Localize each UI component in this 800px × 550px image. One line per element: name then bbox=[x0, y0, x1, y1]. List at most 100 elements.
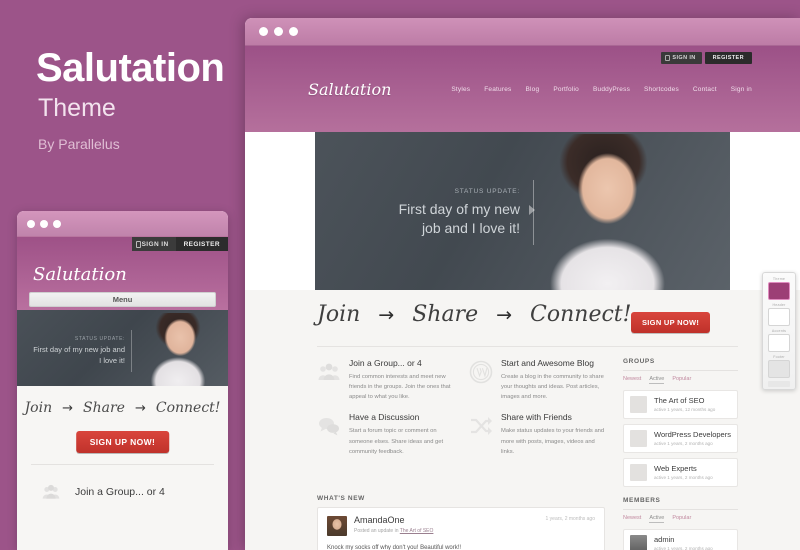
register-button[interactable]: REGISTER bbox=[704, 52, 752, 64]
content-divider bbox=[317, 346, 738, 347]
activity-group-link[interactable]: The Art of SEO bbox=[400, 528, 434, 534]
list-item[interactable]: Web Experts active 1 years, 2 months ago bbox=[623, 458, 738, 487]
activity-timestamp: 1 years, 2 months ago bbox=[545, 516, 595, 522]
tagline: Join → Share → Connect! bbox=[317, 302, 631, 327]
tab-popular[interactable]: Popular bbox=[672, 515, 691, 523]
tagline-connect: Connect! bbox=[530, 302, 632, 327]
list-item[interactable]: WordPress Developers active 1 years, 2 m… bbox=[623, 424, 738, 453]
swatch-theme[interactable] bbox=[768, 282, 790, 300]
mobile-tagline-share: Share bbox=[83, 400, 125, 416]
tab-newest[interactable]: Newest bbox=[623, 515, 641, 523]
group-name[interactable]: WordPress Developers bbox=[654, 430, 731, 439]
widget-tabs: Newest Active Popular bbox=[623, 376, 738, 384]
window-dot-maximize[interactable] bbox=[53, 219, 61, 228]
mobile-site-header: SIGN IN REGISTER Salutation Menu bbox=[17, 237, 228, 310]
group-meta: active 1 years, 12 months ago bbox=[654, 407, 716, 413]
nav-item-blog[interactable]: Blog bbox=[526, 86, 540, 93]
member-meta: active 1 years, 2 months ago bbox=[654, 546, 713, 550]
tab-newest[interactable]: Newest bbox=[623, 376, 641, 384]
mobile-tagline: Join → Share → Connect! bbox=[17, 400, 228, 416]
site-logo[interactable]: Salutation bbox=[308, 80, 391, 99]
mobile-window-titlebar bbox=[17, 211, 228, 237]
activity-username[interactable]: AmandaOne bbox=[354, 515, 433, 526]
activity-item: AmandaOne Posted an update in The Art of… bbox=[317, 507, 605, 550]
window-dot-minimize[interactable] bbox=[40, 219, 48, 228]
whats-new-title: WHAT'S NEW bbox=[317, 495, 365, 502]
tab-popular[interactable]: Popular bbox=[672, 376, 691, 384]
nav-item-styles[interactable]: Styles bbox=[451, 86, 470, 93]
tab-active[interactable]: Active bbox=[649, 376, 665, 384]
mobile-menu-button[interactable]: Menu bbox=[29, 292, 216, 307]
mobile-content: Join → Share → Connect! SIGN UP NOW! Joi… bbox=[17, 386, 228, 550]
tab-active[interactable]: Active bbox=[649, 515, 665, 523]
mobile-hero: STATUS UPDATE: First day of my new job a… bbox=[17, 310, 228, 386]
mobile-auth-bar: SIGN IN REGISTER bbox=[131, 237, 228, 251]
signup-button[interactable]: SIGN UP NOW! bbox=[631, 312, 711, 333]
list-item[interactable]: admin active 1 years, 2 months ago bbox=[623, 529, 738, 550]
nav-item-sign-in[interactable]: Sign in bbox=[731, 86, 752, 93]
list-item[interactable]: The Art of SEO active 1 years, 12 months… bbox=[623, 390, 738, 419]
desktop-viewport: SIGN IN REGISTER Salutation Styles Featu… bbox=[245, 46, 800, 550]
hero-status-text: First day of my new job and I love it! bbox=[335, 200, 520, 238]
color-swatch-panel[interactable]: Theme Header Accents Footer bbox=[762, 272, 796, 390]
divider bbox=[623, 370, 738, 371]
share-arrows-icon bbox=[471, 417, 492, 436]
activity-meta-prefix: Posted an update in bbox=[354, 527, 400, 534]
nav-item-shortcodes[interactable]: Shortcodes bbox=[644, 86, 679, 93]
mobile-feature-title: Join a Group... or 4 bbox=[75, 486, 165, 498]
mobile-divider bbox=[31, 464, 214, 465]
divider bbox=[623, 509, 738, 510]
group-avatar-icon bbox=[630, 430, 647, 447]
avatar[interactable] bbox=[327, 516, 347, 536]
feature-body: Start a forum topic or comment on someon… bbox=[349, 428, 444, 455]
mobile-hero-text: STATUS UPDATE: First day of my new job a… bbox=[33, 336, 125, 367]
sidebar: GROUPS Newest Active Popular The Art of … bbox=[623, 358, 738, 550]
nav-item-contact[interactable]: Contact bbox=[693, 86, 717, 93]
group-meta: active 1 years, 2 months ago bbox=[654, 441, 713, 447]
group-meta: active 1 years, 2 months ago bbox=[654, 475, 713, 481]
window-dot-minimize[interactable] bbox=[274, 27, 283, 36]
swatch-accents[interactable] bbox=[768, 334, 790, 352]
mobile-signup-button[interactable]: SIGN UP NOW! bbox=[75, 431, 170, 453]
nav-item-portfolio[interactable]: Portfolio bbox=[553, 86, 579, 93]
sign-in-button[interactable]: SIGN IN bbox=[661, 52, 702, 64]
arrow-right-icon: → bbox=[134, 400, 146, 416]
group-name[interactable]: The Art of SEO bbox=[654, 396, 715, 405]
window-dot-maximize[interactable] bbox=[289, 27, 298, 36]
widget-members: MEMBERS Newest Active Popular admin acti… bbox=[623, 497, 738, 550]
swatch-label-accents: Accents bbox=[771, 329, 787, 333]
group-avatar-icon bbox=[630, 396, 647, 413]
swatch-label-footer: Footer bbox=[773, 355, 785, 359]
swatch-footer[interactable] bbox=[768, 360, 790, 378]
mobile-tagline-connect: Connect! bbox=[155, 400, 221, 416]
window-dot-close[interactable] bbox=[259, 27, 268, 36]
swatch-panel-footer bbox=[768, 381, 790, 387]
mobile-sign-in-button[interactable]: SIGN IN bbox=[131, 237, 176, 251]
mobile-site-logo[interactable]: Salutation bbox=[33, 264, 127, 285]
arrow-right-icon: → bbox=[496, 303, 513, 326]
group-icon bbox=[318, 363, 340, 380]
nav-item-features[interactable]: Features bbox=[484, 86, 511, 93]
hero-line1: First day of my new bbox=[398, 201, 520, 217]
swatch-label-header: Header bbox=[772, 303, 786, 307]
hero-status-label: STATUS UPDATE: bbox=[454, 188, 520, 195]
mobile-preview-window: SIGN IN REGISTER Salutation Menu STATUS … bbox=[17, 211, 228, 550]
window-dot-close[interactable] bbox=[27, 219, 35, 228]
swatch-label-theme: Theme bbox=[772, 277, 786, 281]
group-name[interactable]: Web Experts bbox=[654, 464, 713, 473]
activity-meta: Posted an update in The Art of SEO bbox=[354, 528, 433, 534]
mobile-register-button[interactable]: REGISTER bbox=[175, 237, 228, 251]
activity-text: Knock my socks off why don't you! Beauti… bbox=[327, 545, 462, 550]
mobile-viewport: SIGN IN REGISTER Salutation Menu STATUS … bbox=[17, 237, 228, 550]
promo-author: By Parallelus bbox=[38, 136, 120, 152]
nav-item-buddypress[interactable]: BuddyPress bbox=[593, 86, 630, 93]
feature-body: Make status updates to your friends and … bbox=[501, 428, 605, 455]
feature-body: Find common interests and meet new frien… bbox=[349, 374, 451, 401]
widget-title: GROUPS bbox=[623, 358, 655, 365]
promo-panel: Salutation Theme By Parallelus SIGN IN R… bbox=[0, 0, 245, 550]
member-name[interactable]: admin bbox=[654, 535, 713, 544]
swatch-header[interactable] bbox=[768, 308, 790, 326]
wordpress-icon bbox=[469, 360, 493, 384]
arrow-right-icon: → bbox=[378, 303, 395, 326]
feature-grid: Join a Group... or 4 Find common interes… bbox=[317, 358, 607, 457]
